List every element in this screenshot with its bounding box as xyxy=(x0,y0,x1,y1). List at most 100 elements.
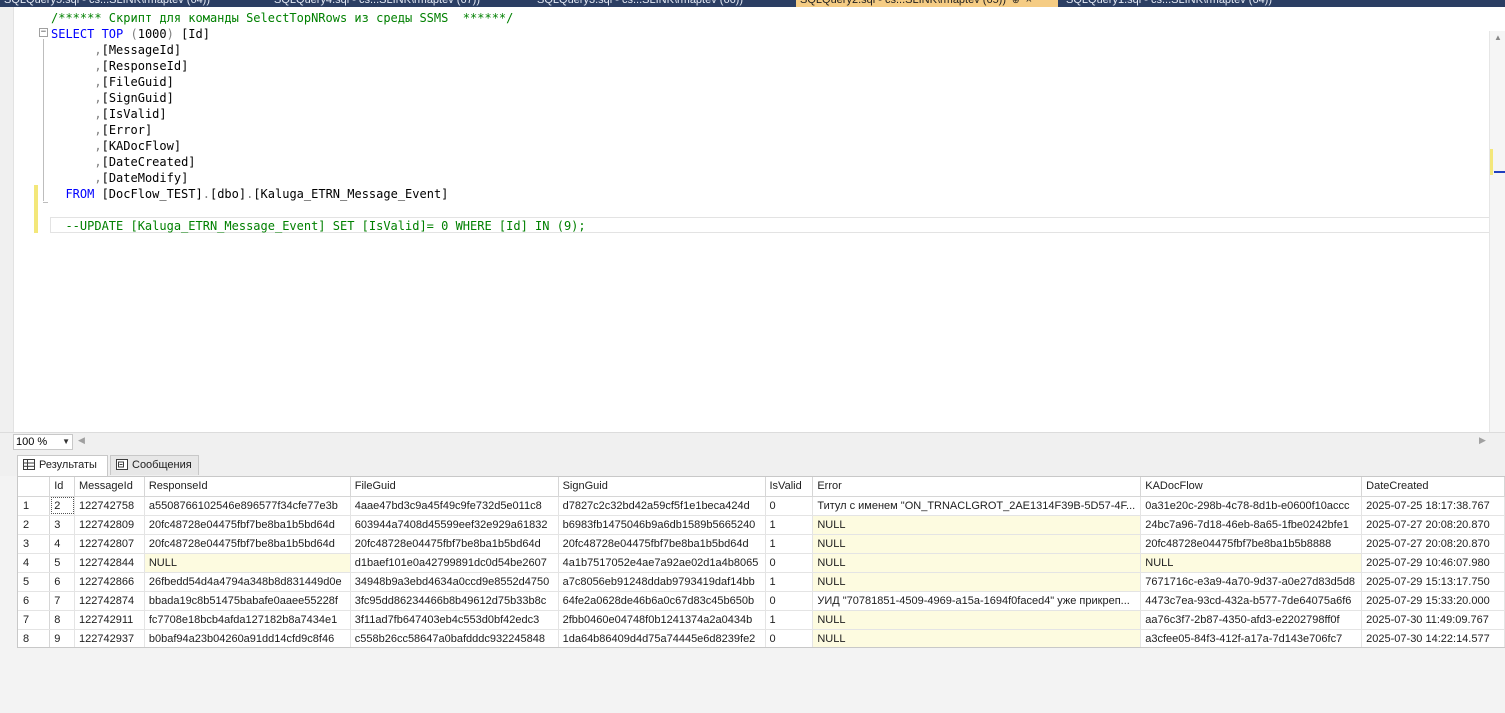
table-cell[interactable]: 2025-07-29 15:33:20.000 xyxy=(1361,591,1505,611)
row-number[interactable]: 1 xyxy=(18,496,51,516)
code-line[interactable]: ,[DateModify] xyxy=(51,170,586,186)
code-line[interactable]: ,[KADocFlow] xyxy=(51,138,586,154)
document-tab[interactable]: SQLQuery3.sql - cs...SLINK\rmaptev (66)) xyxy=(533,0,791,7)
table-cell[interactable]: a7c8056eb91248ddab9793419daf14bb xyxy=(558,572,766,592)
table-cell[interactable]: 2fbb0460e04748f0b1241374a2a0434b xyxy=(558,610,766,630)
table-cell[interactable]: a5508766102546e896577f34cfe77e3b xyxy=(144,496,351,516)
table-cell[interactable]: fc7708e18bcb4afda127182b8a7434e1 xyxy=(144,610,351,630)
table-cell[interactable]: 0a31e20c-298b-4c78-8d1b-e0600f10accc xyxy=(1140,496,1363,516)
table-row[interactable]: 4 5 122742844 NULL d1baef101e0a42799891dc0d5… xyxy=(18,553,1505,573)
table-cell[interactable]: 8 xyxy=(49,610,76,630)
table-cell[interactable]: aa76c3f7-2b87-4350-afd3-e2202798ff0f xyxy=(1140,610,1363,630)
row-number[interactable]: 5 xyxy=(18,572,51,592)
table-cell[interactable]: NULL xyxy=(812,534,1142,554)
document-tab[interactable]: SQLQuery4.sql - cs...SLINK\rmaptev (67)) xyxy=(270,0,528,7)
table-cell[interactable]: УИД "70781851-4509-4969-a15a-1694f0faced… xyxy=(812,591,1142,611)
zoom-select[interactable]: 100 % ▼ xyxy=(13,434,73,450)
code-line[interactable]: ,[DateCreated] xyxy=(51,154,586,170)
row-number[interactable]: 4 xyxy=(18,553,51,573)
table-cell[interactable]: 1 xyxy=(765,534,814,554)
table-cell[interactable]: NULL xyxy=(1140,553,1363,573)
table-cell[interactable]: 122742911 xyxy=(74,610,145,630)
table-row[interactable]: 8 9 122742937 b0baf94a23b04260a91dd14cfd9c8… xyxy=(18,629,1505,647)
table-cell[interactable]: 0 xyxy=(765,496,814,516)
code-line[interactable]: ,[MessageId] xyxy=(51,42,586,58)
table-cell[interactable]: 20fc48728e04475fbf7be8ba1b5b8888 xyxy=(1140,534,1363,554)
column-header[interactable]: MessageId xyxy=(74,477,145,497)
results-grid[interactable]: Id MessageId ResponseId FileGuid SignGui… xyxy=(17,476,1505,648)
tab-messages[interactable]: Сообщения xyxy=(110,455,199,475)
table-cell[interactable]: 20fc48728e04475fbf7be8ba1b5bd64d xyxy=(558,534,766,554)
table-cell[interactable]: 64fe2a0628de46b6a0c67d83c45b650b xyxy=(558,591,766,611)
table-cell[interactable]: c558b26cc58647a0bafdddc932245848 xyxy=(350,629,559,647)
column-header[interactable]: ResponseId xyxy=(144,477,351,497)
table-row[interactable]: 1 2 122742758 a5508766102546e896577f34cfe77… xyxy=(18,496,1505,516)
table-cell[interactable]: 20fc48728e04475fbf7be8ba1b5bd64d xyxy=(144,515,351,535)
code-text[interactable]: /****** Скрипт для команды SelectTopNRow… xyxy=(51,10,586,234)
table-cell[interactable]: 0 xyxy=(765,629,814,647)
scroll-right-icon[interactable]: ▶ xyxy=(1479,435,1486,446)
row-number[interactable]: 7 xyxy=(18,610,51,630)
collapse-toggle-icon[interactable]: − xyxy=(39,28,48,37)
table-cell[interactable]: 7671716c-e3a9-4a70-9d37-a0e27d83d5d8 xyxy=(1140,572,1363,592)
table-cell[interactable]: 2025-07-27 20:08:20.870 xyxy=(1361,534,1505,554)
document-tab[interactable]: SQLQuery1.sql - cs...SLINK\rmaptev (64)) xyxy=(1062,0,1320,7)
table-cell[interactable]: 26fbedd54d4a4794a348b8d831449d0e xyxy=(144,572,351,592)
table-cell[interactable]: 2 xyxy=(49,496,76,516)
tab-results[interactable]: Результаты xyxy=(17,455,108,476)
code-line[interactable]: FROM [DocFlow_TEST].[dbo].[Kaluga_ETRN_M… xyxy=(51,186,586,202)
column-header[interactable]: DateCreated xyxy=(1361,477,1505,497)
table-cell[interactable]: 603944a7408d45599eef32e929a61832 xyxy=(350,515,559,535)
table-cell[interactable]: 1 xyxy=(765,572,814,592)
table-cell[interactable]: 2025-07-25 18:17:38.767 xyxy=(1361,496,1505,516)
column-header[interactable]: Error xyxy=(812,477,1142,497)
code-line[interactable]: ,[Error] xyxy=(51,122,586,138)
column-header[interactable]: FileGuid xyxy=(350,477,559,497)
table-cell[interactable]: 122742758 xyxy=(74,496,145,516)
table-cell[interactable]: 122742809 xyxy=(74,515,145,535)
document-tab[interactable]: SQLQuery5.sql - cs...SLINK\rmaptev (64)) xyxy=(0,0,262,7)
table-cell[interactable]: NULL xyxy=(812,515,1142,535)
code-line[interactable]: ,[ResponseId] xyxy=(51,58,586,74)
table-cell[interactable]: 3fc95dd86234466b8b49612d75b33b8c xyxy=(350,591,559,611)
table-cell[interactable]: 1da64b86409d4d75a74445e6d8239fe2 xyxy=(558,629,766,647)
table-cell[interactable]: NULL xyxy=(812,629,1142,647)
table-cell[interactable]: 4a1b7517052e4ae7a92ae02d1a4b8065 xyxy=(558,553,766,573)
editor-vertical-scrollbar[interactable]: ▲ xyxy=(1489,31,1505,432)
table-cell[interactable]: 5 xyxy=(49,553,76,573)
row-number[interactable]: 8 xyxy=(18,629,51,647)
code-line[interactable]: --UPDATE [Kaluga_ETRN_Message_Event] SET… xyxy=(51,218,585,234)
query-editor[interactable]: − /****** Скрипт для команды SelectTopNR… xyxy=(0,7,1505,432)
column-header[interactable]: IsValid xyxy=(765,477,814,497)
table-cell[interactable]: 20fc48728e04475fbf7be8ba1b5bd64d xyxy=(350,534,559,554)
table-cell[interactable]: NULL xyxy=(812,610,1142,630)
table-cell[interactable]: 122742874 xyxy=(74,591,145,611)
table-cell[interactable]: 4 xyxy=(49,534,76,554)
table-cell[interactable]: 2025-07-29 10:46:07.980 xyxy=(1361,553,1505,573)
table-cell[interactable]: 2025-07-27 20:08:20.870 xyxy=(1361,515,1505,535)
table-cell[interactable]: 122742807 xyxy=(74,534,145,554)
close-icon[interactable]: × xyxy=(1026,0,1032,6)
table-row[interactable]: 6 7 122742874 bbada19c8b51475babafe0aaee552… xyxy=(18,591,1505,611)
table-cell[interactable]: bbada19c8b51475babafe0aaee55228f xyxy=(144,591,351,611)
table-cell[interactable]: 3 xyxy=(49,515,76,535)
column-header[interactable]: SignGuid xyxy=(558,477,766,497)
document-tab[interactable]: SQLQuery2.sql - cs...SLINK\rmaptev (65))… xyxy=(796,0,1058,7)
code-line[interactable] xyxy=(51,202,586,218)
table-cell[interactable]: b6983fb1475046b9a6db1589b5665240 xyxy=(558,515,766,535)
table-cell[interactable]: 1 xyxy=(765,515,814,535)
code-line[interactable]: ,[SignGuid] xyxy=(51,90,586,106)
scroll-left-icon[interactable]: ◀ xyxy=(78,435,85,446)
table-cell[interactable]: 2025-07-30 14:22:14.577 xyxy=(1361,629,1505,647)
chevron-down-icon[interactable]: ▼ xyxy=(62,435,70,449)
table-cell[interactable]: 9 xyxy=(49,629,76,647)
table-cell[interactable]: 3f11ad7fb647403eb4c553d0bf42edc3 xyxy=(350,610,559,630)
table-cell[interactable]: 34948b9a3ebd4634a0ccd9e8552d4750 xyxy=(350,572,559,592)
table-cell[interactable]: 122742866 xyxy=(74,572,145,592)
table-cell[interactable]: 2025-07-29 15:13:17.750 xyxy=(1361,572,1505,592)
code-line[interactable]: ,[IsValid] xyxy=(51,106,586,122)
table-cell[interactable]: NULL xyxy=(812,553,1142,573)
scroll-up-icon[interactable]: ▲ xyxy=(1490,31,1505,45)
table-cell[interactable]: Титул с именем "ON_TRNACLGROT_2AE1314F39… xyxy=(812,496,1142,516)
table-row[interactable]: 5 6 122742866 26fbedd54d4a4794a348b8d831449… xyxy=(18,572,1505,592)
